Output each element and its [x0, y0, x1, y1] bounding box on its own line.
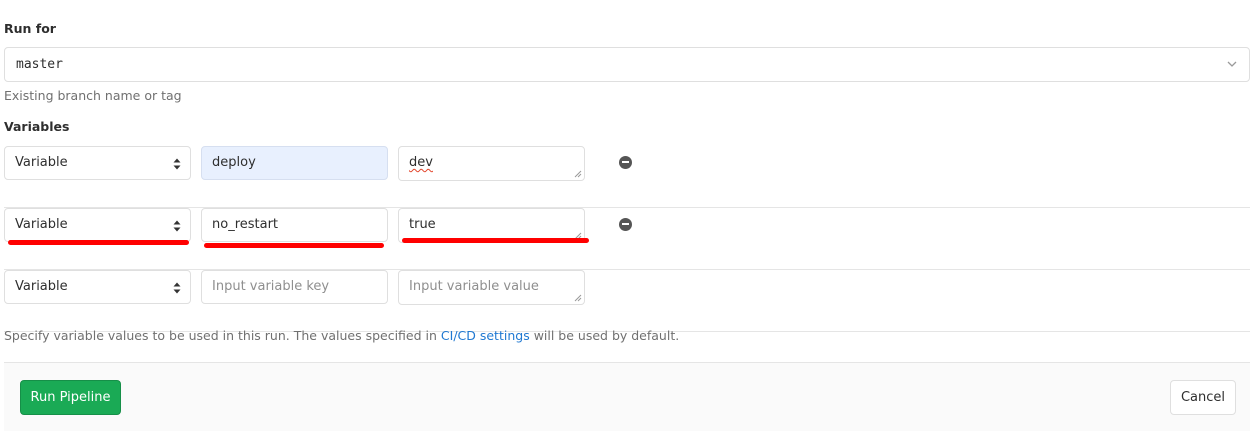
variable-value-text: dev: [409, 155, 433, 170]
run-pipeline-button[interactable]: Run Pipeline: [20, 380, 121, 415]
variable-key-input[interactable]: no_restart: [201, 208, 388, 242]
select-arrows-icon: [173, 220, 181, 232]
info-suffix: will be used by default.: [529, 328, 680, 343]
variable-type-value: Variable: [15, 217, 68, 232]
variables-info-text: Specify variable values to be used in th…: [4, 328, 679, 343]
cicd-settings-link[interactable]: CI/CD settings: [441, 328, 530, 343]
annotation-underline: [204, 243, 384, 248]
info-prefix: Specify variable values to be used in th…: [4, 328, 441, 343]
ref-select[interactable]: master: [4, 47, 1250, 82]
cancel-button[interactable]: Cancel: [1170, 380, 1236, 415]
chevron-down-icon: [1227, 61, 1237, 67]
variable-value-input[interactable]: dev: [398, 146, 585, 181]
variable-type-select[interactable]: Variable: [4, 208, 191, 242]
select-arrows-icon: [173, 158, 181, 170]
run-pipeline-form: Run for master Existing branch name or t…: [0, 0, 1251, 431]
remove-variable-icon[interactable]: [619, 218, 632, 231]
annotation-underline: [402, 238, 589, 243]
variable-row-empty: Variable Input variable key Input variab…: [4, 270, 1250, 332]
variable-row: Variable deploy dev: [4, 146, 1250, 208]
variable-type-value: Variable: [15, 155, 68, 170]
resize-grip-icon[interactable]: [574, 294, 582, 302]
variable-type-select[interactable]: Variable: [4, 270, 191, 304]
variable-type-select[interactable]: Variable: [4, 146, 191, 180]
variable-key-input[interactable]: deploy: [201, 146, 388, 180]
variable-row: Variable no_restart true: [4, 208, 1250, 270]
form-actions: Run Pipeline Cancel: [4, 362, 1250, 431]
remove-variable-icon[interactable]: [619, 156, 632, 169]
select-arrows-icon: [173, 282, 181, 294]
ref-help-text: Existing branch name or tag: [4, 88, 182, 103]
variable-value-text: true: [409, 217, 436, 232]
variable-type-value: Variable: [15, 279, 68, 294]
run-for-label: Run for: [4, 21, 56, 36]
annotation-underline: [8, 240, 189, 245]
variable-value-input[interactable]: Input variable value: [398, 270, 585, 305]
ref-select-value: master: [16, 57, 63, 72]
variables-label: Variables: [4, 119, 70, 134]
variable-key-input[interactable]: Input variable key: [201, 270, 388, 304]
variable-value-placeholder: Input variable value: [409, 279, 539, 294]
resize-grip-icon[interactable]: [574, 170, 582, 178]
